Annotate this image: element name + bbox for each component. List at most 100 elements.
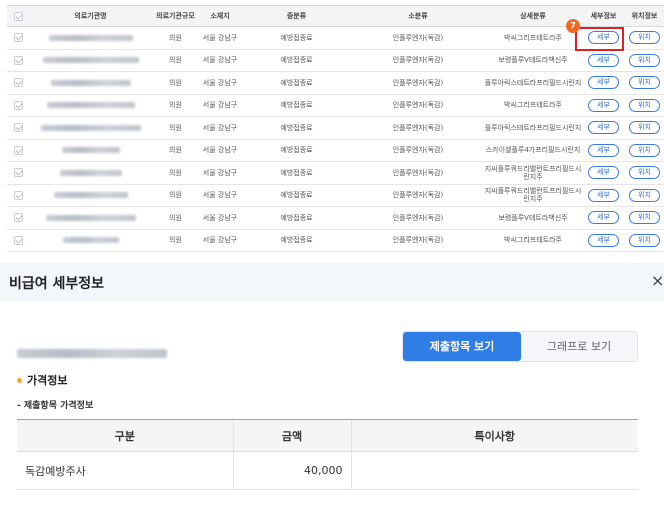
cell-small-category: 인플루엔자(독감) [352, 229, 484, 252]
location-button[interactable]: 위치 [629, 233, 660, 247]
cell-scale: 의원 [152, 184, 199, 207]
row-checkbox[interactable] [7, 94, 29, 117]
detail-button[interactable]: 세부 [588, 188, 619, 202]
detail-button[interactable]: 세부 [588, 233, 619, 247]
location-button[interactable]: 위치 [629, 143, 660, 157]
detail-button[interactable]: 세부 [588, 31, 619, 45]
cell-scale: 의원 [152, 26, 199, 50]
cell-location: 서울 강남구 [199, 139, 241, 162]
table-row: 의원 서울 강남구 예방접종료 인플루엔자(독감) 지씨플루쿼드리밸런트프리필드시린지주… [7, 184, 664, 207]
cell-location: 서울 강남구 [199, 206, 241, 230]
detail-button[interactable]: 세부 [588, 121, 619, 135]
section-title-text: 가격정보 [27, 374, 68, 387]
cell-small-category: 인플루엔자(독감) [352, 139, 484, 162]
cell-location-action: 위치 [625, 184, 664, 207]
row-checkbox[interactable] [7, 229, 29, 252]
cell-location-action: 위치 [625, 94, 664, 117]
cell-scale: 의원 [152, 71, 199, 95]
cell-location: 서울 강남구 [199, 94, 241, 117]
row-checkbox[interactable] [7, 184, 29, 207]
row-checkbox[interactable] [7, 206, 29, 230]
location-button[interactable]: 위치 [629, 98, 660, 112]
cell-location: 서울 강남구 [199, 161, 241, 185]
hospital-name-blurred [29, 94, 152, 117]
location-button[interactable]: 위치 [629, 76, 660, 90]
row-checkbox[interactable] [7, 49, 29, 72]
row-checkbox[interactable] [7, 71, 29, 95]
location-button[interactable]: 위치 [629, 166, 660, 180]
modal-title: 비급여 세부정보 [9, 276, 105, 292]
cell-detail-action: 세부 [582, 161, 625, 185]
cell-scale: 의원 [152, 116, 199, 140]
cell-mid-category: 예방접종료 [241, 139, 352, 162]
location-button[interactable]: 위치 [629, 121, 660, 135]
cell-small-category: 인플루엔자(독감) [352, 161, 484, 185]
col-header-name: 의료기관명 [29, 5, 152, 27]
hospital-name-blurred [29, 139, 152, 162]
row-checkbox[interactable] [7, 26, 29, 50]
location-button[interactable]: 위치 [629, 31, 660, 45]
cell-location: 서울 강남구 [199, 116, 241, 140]
close-icon[interactable]: × [651, 271, 664, 290]
cell-detail-action: 세부 [582, 184, 625, 207]
cell-location-action: 위치 [625, 71, 664, 95]
cell-location-action: 위치 [625, 116, 664, 140]
detail-button[interactable]: 세부 [588, 211, 619, 225]
cell-detail-action: 세부 [582, 26, 625, 50]
cell-small-category: 인플루엔자(독감) [352, 49, 484, 72]
cell-mid-category: 예방접종료 [241, 206, 352, 230]
cell-scale: 의원 [152, 139, 199, 162]
row-checkbox[interactable] [7, 116, 29, 140]
cell-small-category: 인플루엔자(독감) [352, 116, 484, 140]
table-row: 의원 서울 강남구 예방접종료 인플루엔자(독감) 플루아릭스테트라프리필드시린지 세부 위… [7, 116, 664, 140]
detail-button[interactable]: 세부 [588, 143, 619, 157]
cell-small-category: 인플루엔자(독감) [352, 71, 484, 95]
tab-graph-view[interactable]: 그래프로 보기 [521, 332, 637, 361]
col-header-amount: 금액 [232, 419, 351, 452]
detail-button[interactable]: 세부 [588, 166, 619, 180]
table-row: 의원 서울 강남구 예방접종료 인플루엔자(독감) 스카이셀플루4가프리필드시린지 세부 위… [7, 139, 664, 162]
cell-small-category: 인플루엔자(독감) [352, 26, 484, 50]
cell-detail-action: 세부 [582, 71, 625, 95]
cell-amount: 40,000 [232, 451, 351, 490]
cell-small-category: 인플루엔자(독감) [352, 184, 484, 207]
table-row: 의원 서울 강남구 예방접종료 인플루엔자(독감) 보령플루V테트라백신주 세부 위치 [7, 206, 664, 230]
cell-mid-category: 예방접종료 [241, 26, 352, 50]
cell-mid-category: 예방접종료 [241, 116, 352, 140]
select-all-checkbox[interactable] [7, 5, 29, 27]
cell-location-action: 위치 [625, 229, 664, 252]
location-button[interactable]: 위치 [629, 53, 660, 67]
row-checkbox[interactable] [7, 161, 29, 185]
cell-detail-action: 세부 [582, 116, 625, 140]
cell-detail-action: 세부 [582, 49, 625, 72]
table-row: 의원 서울 강남구 예방접종료 인플루엔자(독감) 지씨플루쿼드리밸런트프리필드시린지주… [7, 161, 664, 185]
table-row: 의원 서울 강남구 예방접종료 인플루엔자(독감) 박씨그리프테트라주 세부 위치 [7, 26, 664, 50]
detail-button[interactable]: 세부 [588, 53, 619, 67]
col-header-position: 위치정보 [625, 5, 664, 27]
cell-location-action: 위치 [625, 161, 664, 185]
col-header-scale: 의료기관규모 [152, 5, 199, 27]
cell-location: 서울 강남구 [199, 26, 241, 50]
col-header-mid: 중분류 [241, 5, 352, 27]
location-button[interactable]: 위치 [629, 188, 660, 202]
cell-detail-action: 세부 [582, 139, 625, 162]
cell-mid-category: 예방접종료 [241, 184, 352, 207]
cell-location-action: 위치 [625, 49, 664, 72]
cell-mid-category: 예방접종료 [241, 94, 352, 117]
detail-button[interactable]: 세부 [588, 98, 619, 112]
cell-location: 서울 강남구 [199, 71, 241, 95]
cell-scale: 의원 [152, 206, 199, 230]
cell-detail-category: 보령플루V테트라백신주 [484, 206, 582, 230]
detail-button[interactable]: 세부 [588, 76, 619, 90]
location-button[interactable]: 위치 [629, 211, 660, 225]
table-row: 의원 서울 강남구 예방접종료 인플루엔자(독감) 플루아릭스테트라프리필드시린지 세부 위… [7, 71, 664, 95]
tab-submitted-items[interactable]: 제출항목 보기 [403, 332, 521, 361]
cell-scale: 의원 [152, 161, 199, 185]
cell-detail-action: 세부 [582, 206, 625, 230]
hospital-name-blurred [29, 229, 152, 252]
cell-detail-category: 스카이셀플루4가프리필드시린지 [484, 139, 582, 162]
bullet-icon [17, 377, 22, 383]
price-table-header: 구분 금액 특이사항 [17, 419, 638, 452]
hospital-list-table: 의료기관명 의료기관규모 소재지 중분류 소분류 상세분류 세부정보 위치정보 … [7, 5, 664, 252]
row-checkbox[interactable] [7, 139, 29, 162]
